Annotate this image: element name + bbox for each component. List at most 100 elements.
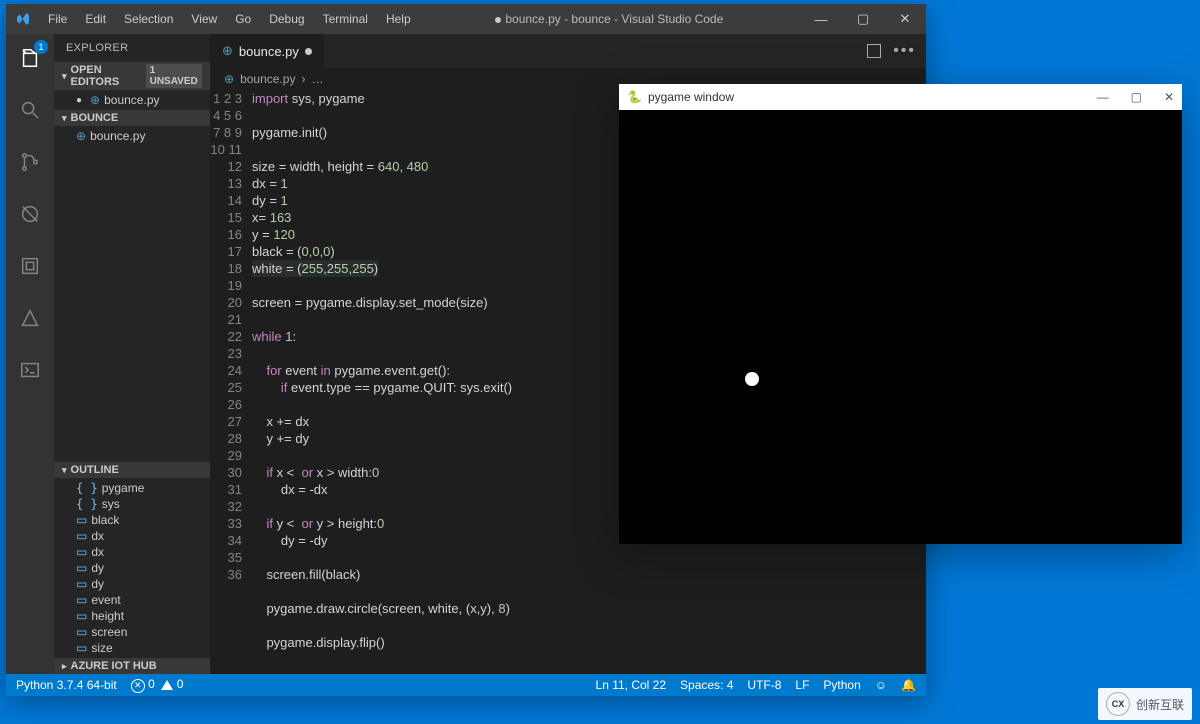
split-editor-icon[interactable] (867, 44, 881, 58)
outline-item[interactable]: ▭ height (54, 608, 210, 624)
status-feedback-icon[interactable]: ☺ (875, 678, 887, 692)
folder-head[interactable]: ▾ BOUNCE (54, 110, 210, 126)
explorer-icon[interactable]: 1 (14, 42, 46, 74)
chevron-down-icon: ▾ (62, 465, 67, 476)
unsaved-badge: 1 UNSAVED (146, 64, 202, 88)
variable-icon: ▭ (76, 593, 87, 607)
pygame-icon: 🐍 (627, 90, 642, 104)
azure-label: AZURE IOT HUB (71, 660, 157, 672)
outline-label: black (91, 513, 119, 527)
console-icon[interactable] (14, 354, 46, 386)
close-button[interactable]: ✕ (884, 4, 926, 34)
variable-icon: ▭ (76, 561, 87, 575)
menu-selection[interactable]: Selection (116, 8, 181, 30)
python-file-icon: ⊕ (224, 72, 234, 86)
menu-help[interactable]: Help (378, 8, 419, 30)
file-item[interactable]: ⊕ bounce.py (54, 128, 210, 144)
menu-debug[interactable]: Debug (261, 8, 312, 30)
sidebar: EXPLORER ▾ OPEN EDITORS 1 UNSAVED ⊕ boun… (54, 34, 210, 674)
pygame-titlebar: 🐍 pygame window — ▢ ✕ (619, 84, 1182, 110)
open-editors-label: OPEN EDITORS (71, 64, 142, 88)
outline-label: size (91, 641, 112, 655)
error-icon: ✕ (131, 679, 145, 693)
vscode-logo-icon (6, 11, 40, 27)
outline-item[interactable]: ▭ dy (54, 576, 210, 592)
menu-terminal[interactable]: Terminal (315, 8, 376, 30)
variable-icon: ▭ (76, 625, 87, 639)
outline-label: dx (91, 529, 104, 543)
variable-icon: ▭ (76, 641, 87, 655)
tab-label: bounce.py (239, 44, 299, 59)
outline-item[interactable]: ▭ screen (54, 624, 210, 640)
activity-bar: 1 (6, 34, 54, 674)
python-file-icon: ⊕ (90, 93, 100, 107)
file-label: bounce.py (90, 129, 145, 143)
pg-minimize-button[interactable]: — (1097, 90, 1109, 104)
outline-item[interactable]: { } pygame (54, 480, 210, 496)
outline-item[interactable]: ▭ dx (54, 528, 210, 544)
outline-label: dy (91, 561, 104, 575)
menu-file[interactable]: File (40, 8, 75, 30)
folder-name: BOUNCE (71, 112, 119, 124)
outline-head[interactable]: ▾ OUTLINE (54, 462, 210, 478)
outline-item[interactable]: ▭ dy (54, 560, 210, 576)
open-editor-label: bounce.py (104, 93, 159, 107)
menu-go[interactable]: Go (227, 8, 259, 30)
ball-icon (745, 372, 759, 386)
sidebar-title: EXPLORER (54, 34, 210, 62)
outline-item[interactable]: ▭ dx (54, 544, 210, 560)
minimize-button[interactable]: — (800, 4, 842, 34)
outline-label: pygame (102, 481, 145, 495)
watermark-logo-icon: CX (1106, 692, 1130, 716)
variable-icon: ▭ (76, 609, 87, 623)
status-problems[interactable]: ✕ 0 0 (131, 677, 184, 693)
namespace-icon: { } (76, 481, 98, 495)
variable-icon: ▭ (76, 577, 87, 591)
unsaved-dot-icon (495, 17, 501, 23)
outline-label: sys (102, 497, 120, 511)
menu-view[interactable]: View (183, 8, 225, 30)
pg-maximize-button[interactable]: ▢ (1131, 90, 1142, 104)
outline-label: screen (91, 625, 127, 639)
menu-edit[interactable]: Edit (77, 8, 114, 30)
watermark-text: 创新互联 (1136, 696, 1184, 713)
pygame-window: 🐍 pygame window — ▢ ✕ (619, 84, 1182, 544)
chevron-right-icon: ▸ (62, 661, 67, 672)
status-bell-icon[interactable]: 🔔 (901, 678, 916, 692)
chevron-down-icon: ▾ (62, 113, 67, 124)
status-eol[interactable]: LF (795, 678, 809, 692)
search-icon[interactable] (14, 94, 46, 126)
source-control-icon[interactable] (14, 146, 46, 178)
outline-item[interactable]: ▭ size (54, 640, 210, 656)
status-lang[interactable]: Python (823, 678, 860, 692)
open-editor-item[interactable]: ⊕ bounce.py (54, 92, 210, 108)
outline-item[interactable]: ▭ black (54, 512, 210, 528)
outline-label: OUTLINE (71, 464, 119, 476)
pygame-title: pygame window (648, 90, 734, 104)
azure-head[interactable]: ▸ AZURE IOT HUB (54, 658, 210, 674)
pg-close-button[interactable]: ✕ (1164, 90, 1174, 104)
chevron-down-icon: ▾ (62, 71, 67, 82)
namespace-icon: { } (76, 497, 98, 511)
outline-item[interactable]: { } sys (54, 496, 210, 512)
status-pos[interactable]: Ln 11, Col 22 (596, 678, 667, 692)
open-editors-head[interactable]: ▾ OPEN EDITORS 1 UNSAVED (54, 62, 210, 90)
tab-bounce[interactable]: ⊕ bounce.py (210, 34, 324, 68)
breadcrumb-rest: … (311, 72, 323, 86)
status-spaces[interactable]: Spaces: 4 (680, 678, 733, 692)
test-icon[interactable] (14, 250, 46, 282)
azure-icon[interactable] (14, 302, 46, 334)
outline-label: height (91, 609, 124, 623)
status-python[interactable]: Python 3.7.4 64-bit (16, 678, 117, 692)
tab-modified-icon (305, 48, 312, 55)
python-file-icon: ⊕ (76, 129, 86, 143)
status-bar: Python 3.7.4 64-bit ✕ 0 0 Ln 11, Col 22 … (6, 674, 926, 696)
debug-icon[interactable] (14, 198, 46, 230)
watermark: CX 创新互联 (1098, 688, 1192, 720)
maximize-button[interactable]: ▢ (842, 4, 884, 34)
editor-more-icon[interactable]: ••• (893, 42, 916, 60)
outline-item[interactable]: ▭ event (54, 592, 210, 608)
explorer-badge: 1 (34, 40, 48, 54)
variable-icon: ▭ (76, 529, 87, 543)
status-enc[interactable]: UTF-8 (747, 678, 781, 692)
